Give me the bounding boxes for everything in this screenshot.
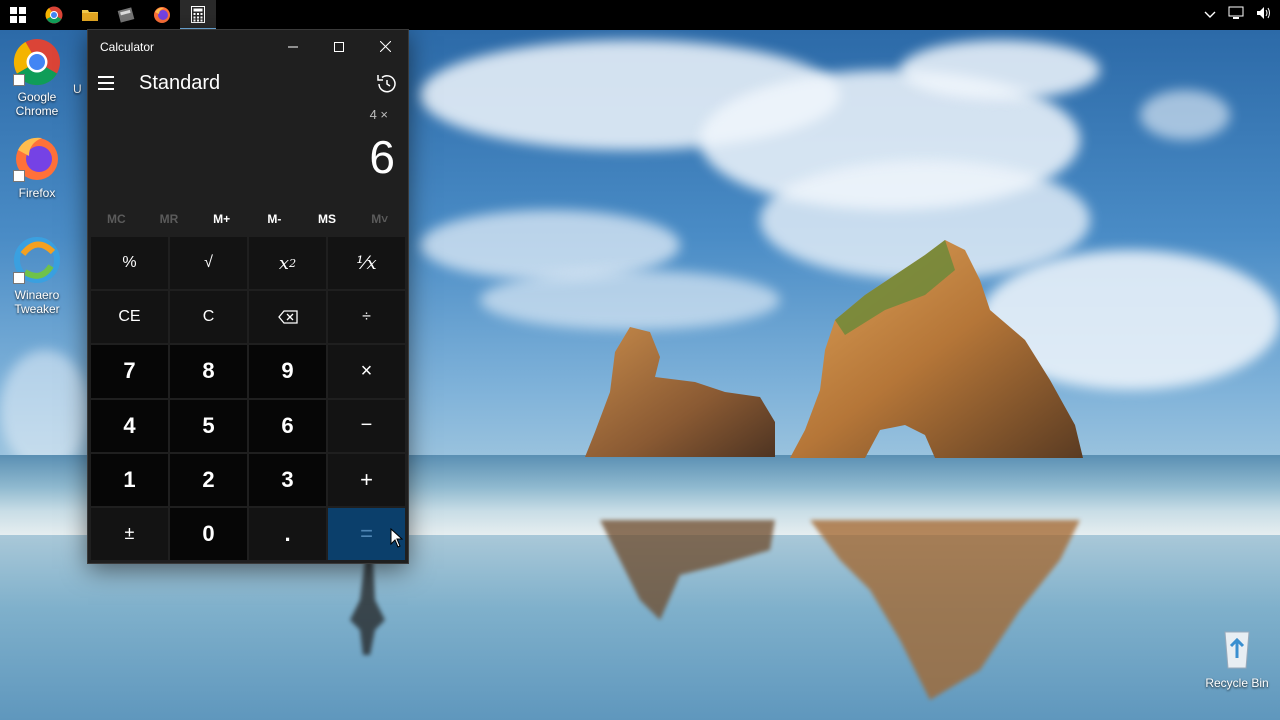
memory-store-button[interactable]: MS <box>301 205 354 233</box>
desktop-icon-label: Google Chrome <box>15 90 59 118</box>
desktop-icon-chrome[interactable]: Google Chrome <box>0 38 74 118</box>
negate-button[interactable]: ± <box>91 507 168 560</box>
volume-icon[interactable] <box>1256 6 1272 25</box>
digit-8-button[interactable]: 8 <box>170 345 247 398</box>
small-rock <box>585 327 775 457</box>
multiply-button[interactable]: × <box>328 345 405 398</box>
history-icon[interactable] <box>374 71 400 97</box>
square-exponent: 2 <box>289 256 297 270</box>
square-button[interactable]: x2 <box>249 237 326 290</box>
desktop-icon-firefox[interactable]: Firefox <box>0 134 74 200</box>
desktop-icon-partial[interactable]: U <box>73 82 89 96</box>
memory-subtract-button[interactable]: M- <box>248 205 301 233</box>
digit-0-button[interactable]: 0 <box>170 507 247 560</box>
windows-start-icon[interactable] <box>0 0 36 30</box>
firefox-icon <box>13 134 61 182</box>
digit-5-button[interactable]: 5 <box>170 399 247 452</box>
backspace-icon <box>277 310 298 324</box>
minus-button[interactable]: − <box>328 399 405 452</box>
chrome-icon[interactable] <box>36 0 72 30</box>
calculator-icon[interactable] <box>180 0 216 30</box>
bird-reflection <box>350 560 385 655</box>
digit-2-button[interactable]: 2 <box>170 453 247 506</box>
memory-add-button[interactable]: M+ <box>195 205 248 233</box>
digit-6-button[interactable]: 6 <box>249 399 326 452</box>
decimal-button[interactable]: . <box>249 507 326 560</box>
keypad: % √ x2 ¹⁄x CE C ÷ 7 8 9 × 4 5 6 − 1 2 3 … <box>91 237 405 560</box>
clear-entry-button[interactable]: CE <box>91 291 168 344</box>
backspace-button[interactable] <box>249 291 326 344</box>
memory-recall-button[interactable]: MR <box>143 205 196 233</box>
chevron-up-icon[interactable] <box>1204 6 1216 24</box>
hamburger-menu-icon[interactable] <box>98 71 120 95</box>
calculator-header: Standard <box>88 63 408 105</box>
digit-1-button[interactable]: 1 <box>91 453 168 506</box>
winaero-tweaker-icon[interactable] <box>108 0 144 30</box>
minimize-button[interactable] <box>270 30 316 63</box>
expression-display: 4 × <box>369 107 388 122</box>
recycle-bin-icon <box>1213 624 1261 672</box>
percent-button[interactable]: % <box>91 237 168 290</box>
network-icon[interactable] <box>1228 6 1244 25</box>
winaero-tweaker-icon <box>13 236 61 284</box>
result-display: 6 <box>369 131 395 183</box>
reciprocal-button[interactable]: ¹⁄x <box>328 237 405 290</box>
desktop-icon-winaero[interactable]: Winaero Tweaker <box>0 236 74 316</box>
title-bar[interactable]: Calculator <box>88 30 408 63</box>
system-tray <box>1204 0 1272 30</box>
desktop-icon-label: Firefox <box>18 186 56 200</box>
close-button[interactable] <box>362 30 408 63</box>
clear-button[interactable]: C <box>170 291 247 344</box>
desktop-icon-label: Recycle Bin <box>1205 676 1269 690</box>
digit-4-button[interactable]: 4 <box>91 399 168 452</box>
taskbar <box>0 0 1280 30</box>
rock-reflection <box>600 520 1080 700</box>
memory-list-button[interactable]: M˅ <box>353 205 406 233</box>
mode-title: Standard <box>139 72 221 94</box>
mouse-cursor-icon <box>390 528 404 548</box>
arch-rock <box>790 240 1083 458</box>
digit-3-button[interactable]: 3 <box>249 453 326 506</box>
divide-button[interactable]: ÷ <box>328 291 405 344</box>
maximize-button[interactable] <box>316 30 362 63</box>
file-explorer-icon[interactable] <box>72 0 108 30</box>
memory-clear-button[interactable]: MC <box>90 205 143 233</box>
chrome-icon <box>13 38 61 86</box>
firefox-icon[interactable] <box>144 0 180 30</box>
calculator-window: Calculator Standard 4 × 6 MC MR M+ M- MS… <box>88 30 408 563</box>
digit-9-button[interactable]: 9 <box>249 345 326 398</box>
desktop-icon-label: U <box>73 82 82 96</box>
square-root-button[interactable]: √ <box>170 237 247 290</box>
memory-row: MC MR M+ M- MS M˅ <box>90 205 406 233</box>
desktop-icon-recycle-bin[interactable]: Recycle Bin <box>1200 624 1274 690</box>
square-button-label: x <box>278 252 290 274</box>
desktop-icon-label: Winaero Tweaker <box>14 288 60 316</box>
plus-button[interactable]: + <box>328 453 405 506</box>
digit-7-button[interactable]: 7 <box>91 345 168 398</box>
window-title: Calculator <box>100 40 155 54</box>
